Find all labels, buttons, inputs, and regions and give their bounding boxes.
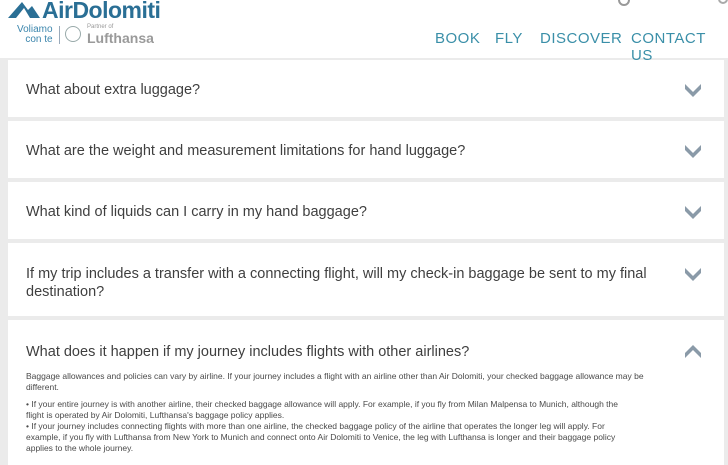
site-header: AirDolomiti Voliamo con te Partner of Lu… bbox=[0, 0, 728, 64]
answer-text: Baggage allowances and policies can vary… bbox=[26, 371, 644, 381]
chevron-down-icon[interactable] bbox=[684, 204, 702, 220]
nav-fly[interactable]: FLY bbox=[495, 30, 523, 47]
answer-bullet: • If your journey includes connecting fl… bbox=[26, 421, 605, 431]
faq-question[interactable]: What about extra luggage? bbox=[26, 81, 200, 99]
faq-item-expanded[interactable]: What does it happen if my journey includ… bbox=[8, 320, 724, 465]
tagline-line-2: con te bbox=[25, 34, 53, 45]
answer-bullet: example, if you fly with Lufthansa from … bbox=[26, 432, 616, 442]
faq-list: What about extra luggage? What are the w… bbox=[0, 58, 728, 465]
brand-tagline: Voliamo con te bbox=[17, 25, 53, 45]
answer-text: different. bbox=[26, 382, 59, 392]
answer-bullet: • If your entire journey is with another… bbox=[26, 399, 618, 409]
answer-bullet: flight is operated by Air Dolomiti, Luft… bbox=[26, 410, 285, 420]
faq-item[interactable]: What are the weight and measurement limi… bbox=[8, 121, 724, 178]
faq-item[interactable]: If my trip includes a transfer with a co… bbox=[8, 243, 724, 316]
partner-name: Lufthansa bbox=[87, 30, 154, 46]
faq-question[interactable]: What kind of liquids can I carry in my h… bbox=[26, 203, 367, 221]
search-icon[interactable] bbox=[618, 0, 630, 6]
account-icon[interactable] bbox=[718, 0, 728, 4]
air-dolomiti-logo-icon[interactable] bbox=[6, 0, 42, 22]
chevron-up-icon[interactable] bbox=[684, 344, 702, 360]
nav-discover[interactable]: DISCOVER bbox=[540, 30, 622, 47]
chevron-down-icon[interactable] bbox=[684, 82, 702, 98]
chevron-down-icon[interactable] bbox=[684, 266, 702, 282]
faq-item[interactable]: What kind of liquids can I carry in my h… bbox=[8, 182, 724, 239]
faq-question[interactable]: If my trip includes a transfer with a co… bbox=[26, 265, 647, 301]
faq-item[interactable]: What about extra luggage? bbox=[8, 60, 724, 117]
faq-question[interactable]: What does it happen if my journey includ… bbox=[26, 343, 469, 361]
faq-question-line-2: destination? bbox=[26, 284, 105, 300]
faq-answer: Baggage allowances and policies can vary… bbox=[26, 371, 712, 454]
nav-book[interactable]: BOOK bbox=[435, 30, 480, 47]
lufthansa-crane-icon bbox=[65, 26, 81, 42]
faq-question-line-1: If my trip includes a transfer with a co… bbox=[26, 266, 647, 282]
brand-name[interactable]: AirDolomiti bbox=[42, 0, 161, 24]
chevron-down-icon[interactable] bbox=[684, 143, 702, 159]
faq-question[interactable]: What are the weight and measurement limi… bbox=[26, 142, 465, 160]
logo-divider bbox=[59, 26, 60, 44]
answer-bullet: applies to the whole journey. bbox=[26, 443, 134, 453]
